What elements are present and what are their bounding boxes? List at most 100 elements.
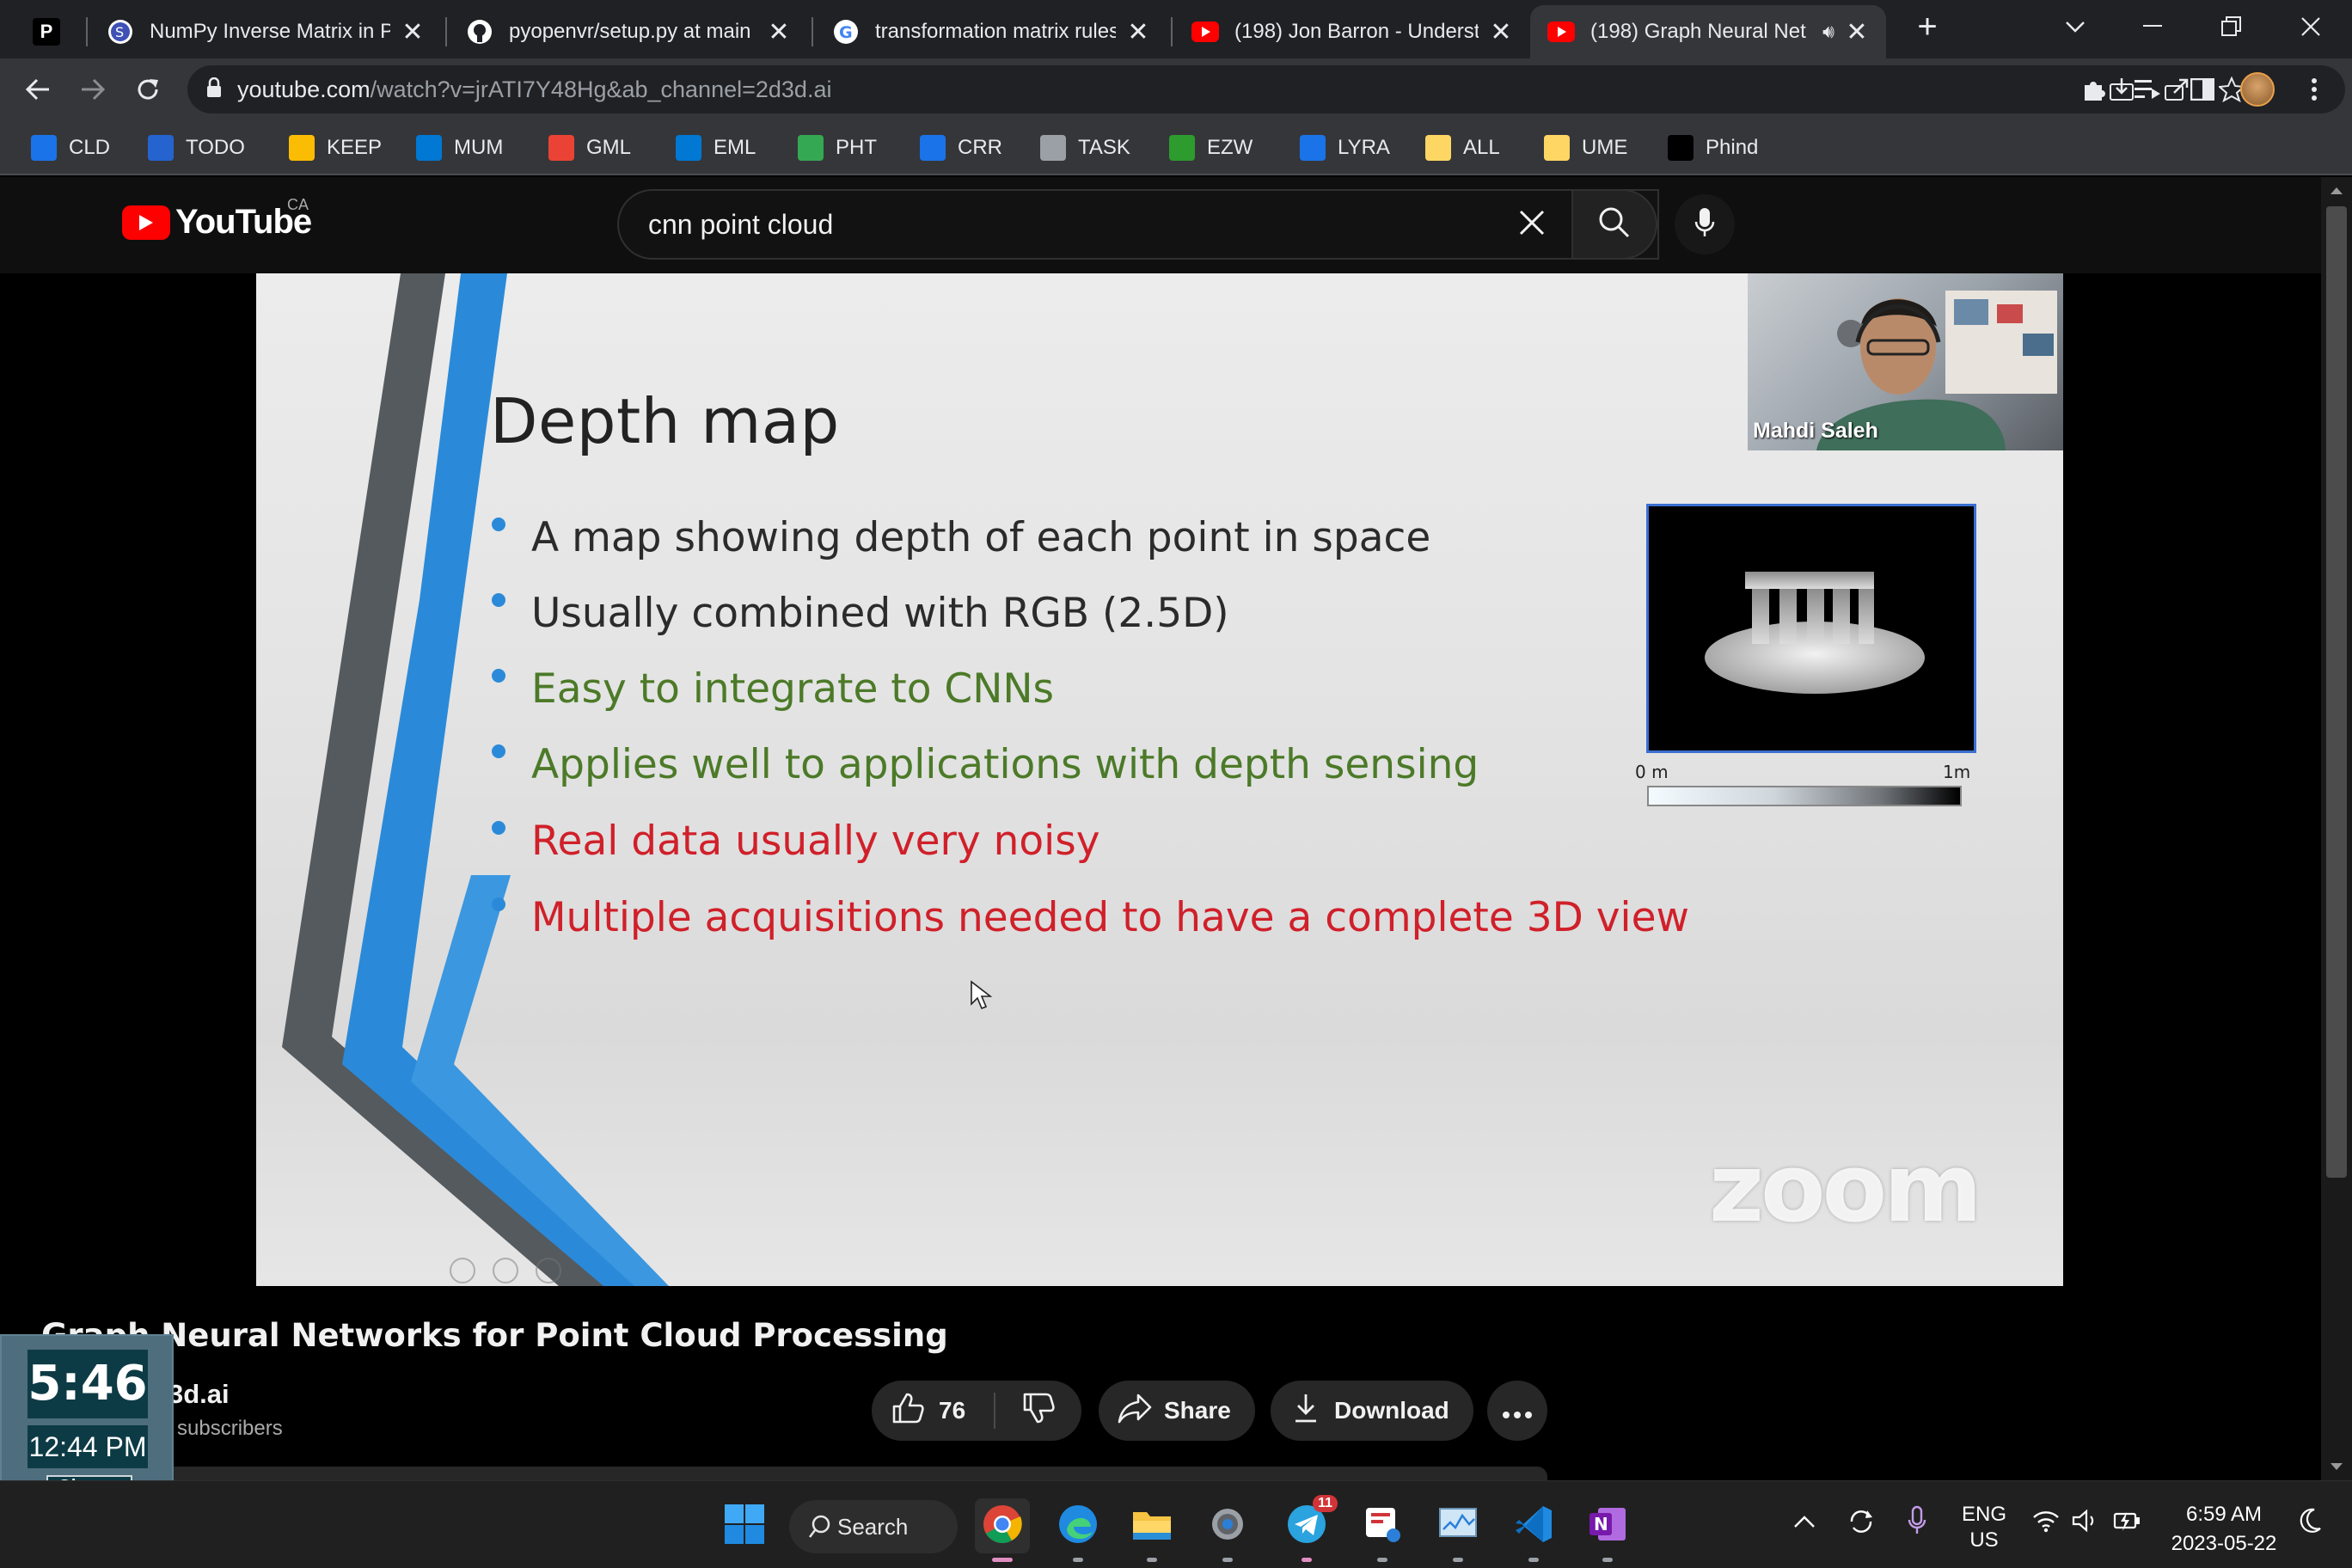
share-button[interactable]: Share <box>1099 1381 1255 1441</box>
tab-numpy-inverse[interactable]: S NumPy Inverse Matrix in Py ✕ <box>89 5 442 58</box>
taskbar-vscode[interactable] <box>1506 1498 1561 1562</box>
bookmark-label: KEEP <box>327 136 383 159</box>
microphone-icon[interactable] <box>1907 1505 1927 1542</box>
tab-jon-barron[interactable]: (198) Jon Barron - Understa ✕ <box>1174 5 1530 58</box>
country-code: CA <box>287 196 309 213</box>
bookmark-eml[interactable]: EML <box>676 131 756 165</box>
minimize-button[interactable] <box>2127 5 2178 48</box>
new-tab-button[interactable]: + <box>1902 5 1953 48</box>
do-not-disturb-moon-icon[interactable] <box>2297 1507 2323 1540</box>
thumbs-down-icon <box>1021 1391 1056 1431</box>
video-player[interactable]: Depth map A map showing depth of each po… <box>0 273 2352 1289</box>
description-box-edge[interactable] <box>146 1467 1547 1480</box>
speaker-volume-icon[interactable] <box>2072 1509 2099 1539</box>
like-count: 76 <box>939 1397 966 1424</box>
countdown-timer: 5:46 <box>28 1350 148 1418</box>
close-window-button[interactable] <box>2285 5 2337 48</box>
youtube-logo[interactable]: YouTube CA <box>122 196 312 242</box>
channel-name[interactable]: 3d.ai <box>168 1379 230 1410</box>
forward-button[interactable] <box>72 69 113 110</box>
media-queue-icon[interactable] <box>2127 69 2168 110</box>
webcam-feed: Mahdi Saleh <box>1748 273 2063 450</box>
sync-icon[interactable] <box>1847 1507 1876 1542</box>
more-actions-button[interactable] <box>1487 1381 1547 1441</box>
tab-graph-neural-net[interactable]: (198) Graph Neural Net 🔊︎ ✕ <box>1530 5 1886 58</box>
tab-title: pyopenvr/setup.py at main <box>509 20 751 43</box>
like-button[interactable]: 76 <box>872 1391 994 1431</box>
like-dislike-group: 76 <box>872 1381 1081 1441</box>
extensions-puzzle-icon[interactable] <box>2073 69 2115 110</box>
bookmark-crr[interactable]: CRR <box>920 131 1002 165</box>
bookmark-lyra[interactable]: LYRA <box>1300 131 1390 165</box>
presentation-slide: Depth map A map showing depth of each po… <box>256 273 2063 1286</box>
scrollbar-thumb[interactable] <box>2326 206 2347 1178</box>
close-icon[interactable]: ✕ <box>1489 17 1513 47</box>
share-label: Share <box>1164 1397 1231 1424</box>
download-button[interactable]: Download <box>1271 1381 1473 1441</box>
reload-button[interactable] <box>127 69 168 110</box>
close-icon[interactable]: ✕ <box>1845 17 1869 47</box>
bullet-text: Multiple acquisitions needed to have a c… <box>531 894 1689 941</box>
back-button[interactable] <box>17 69 58 110</box>
speaker-playing-icon[interactable]: 🔊︎ <box>1822 21 1834 43</box>
battery-charging-icon[interactable] <box>2113 1509 2142 1539</box>
taskbar-resource-monitor[interactable] <box>1430 1498 1485 1562</box>
close-icon[interactable]: ✕ <box>767 17 791 47</box>
bookmark-keep[interactable]: KEEP <box>289 131 382 165</box>
tab-search-chevron-icon[interactable] <box>2049 5 2101 48</box>
restore-button[interactable] <box>2206 5 2257 48</box>
clear-search-icon[interactable] <box>1518 206 1546 245</box>
search-icon <box>1598 206 1631 243</box>
bookmark-ume[interactable]: UME <box>1544 131 1627 165</box>
voice-search-button[interactable] <box>1675 194 1735 254</box>
numpy-site-icon: S <box>107 18 134 46</box>
tab-pinned-phind[interactable]: P <box>17 5 81 58</box>
search-input[interactable]: cnn point cloud <box>617 189 1659 260</box>
profile-avatar[interactable] <box>2237 69 2278 110</box>
url-path: /watch?v=jrATI7Y48Hg&ab_channel=2d3d.ai <box>370 76 832 102</box>
share-arrow-icon <box>1118 1393 1152 1430</box>
close-icon[interactable]: ✕ <box>401 17 425 47</box>
taskbar-telegram[interactable]: 11 <box>1279 1495 1338 1562</box>
address-bar[interactable]: youtube.com/watch?v=jrATI7Y48Hg&ab_chann… <box>187 65 2345 113</box>
taskbar-search-button[interactable]: Search <box>789 1500 958 1553</box>
dislike-button[interactable] <box>995 1391 1081 1431</box>
page-scrollbar[interactable] <box>2321 177 2352 1480</box>
bookmark-task[interactable]: TASK <box>1040 131 1130 165</box>
bookmark-all[interactable]: ALL <box>1425 131 1500 165</box>
taskbar-onenote[interactable]: N <box>1580 1498 1635 1562</box>
system-clock[interactable]: 6:59 AM 2023-05-22 <box>2159 1500 2288 1559</box>
side-panel-icon[interactable] <box>2182 69 2223 110</box>
bookmark-label: Phind <box>1706 136 1759 159</box>
bookmark-mum[interactable]: MUM <box>416 131 503 165</box>
input-language[interactable]: ENG US <box>1960 1502 2008 1553</box>
bookmark-ezw[interactable]: EZW <box>1169 131 1253 165</box>
google-icon: G <box>832 18 860 46</box>
tray-overflow-chevron-icon[interactable] <box>1793 1510 1816 1534</box>
bookmark-pht[interactable]: PHT <box>798 131 877 165</box>
bookmark-gml[interactable]: GML <box>548 131 631 165</box>
taskbar-chrome[interactable] <box>975 1498 1030 1562</box>
clock-time: 12:44 PM <box>28 1425 148 1468</box>
slide-bullet: Multiple acquisitions needed to have a c… <box>492 894 1689 941</box>
close-icon[interactable]: ✕ <box>1126 17 1150 47</box>
chrome-menu-icon[interactable] <box>2294 69 2335 110</box>
wifi-icon[interactable] <box>2032 1509 2060 1539</box>
bookmark-cld[interactable]: CLD <box>31 131 110 165</box>
scroll-up-arrow-icon[interactable] <box>2321 182 2352 199</box>
taskbar-snipping-tool[interactable] <box>1355 1498 1410 1562</box>
search-button[interactable] <box>1571 189 1657 260</box>
taskbar-edge[interactable] <box>1050 1498 1106 1562</box>
start-button[interactable] <box>717 1498 772 1553</box>
bookmark-phind[interactable]: Phind <box>1668 131 1758 165</box>
taskbar-settings[interactable] <box>1200 1498 1255 1562</box>
taskbar-file-explorer[interactable] <box>1124 1498 1179 1562</box>
bookmark-label: TODO <box>186 136 245 159</box>
scroll-down-arrow-icon[interactable] <box>2321 1458 2352 1475</box>
bookmark-label: CLD <box>69 136 111 159</box>
tab-pyopenvr-setup[interactable]: pyopenvr/setup.py at main ✕ <box>449 5 808 58</box>
tab-transformation-matrix[interactable]: G transformation matrix rules ✕ <box>815 5 1167 58</box>
bookmark-todo[interactable]: TODO <box>148 131 245 165</box>
bookmark-label: GML <box>586 136 632 159</box>
calendar-icon <box>31 135 57 161</box>
